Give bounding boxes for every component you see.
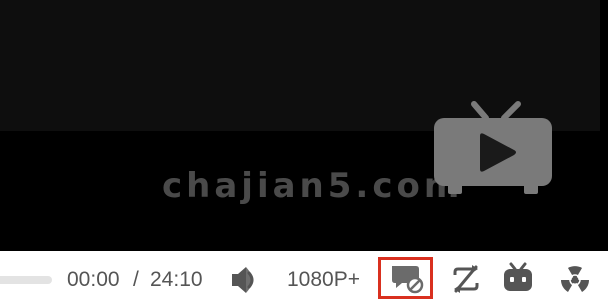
radiation-icon[interactable] [558,263,592,295]
video-display[interactable]: chajian5.com [0,0,608,251]
video-player: chajian5.com 00:00 / 24:10 1080P+ [0,0,608,304]
bilibili-tv-icon[interactable] [501,262,535,294]
watermark-text: chajian5.com [162,166,464,206]
time-separator: / [133,268,139,291]
volume-icon[interactable] [228,265,262,295]
duration: 24:10 [150,268,203,291]
quality-selector[interactable]: 1080P+ [287,268,360,292]
tv-play-icon [434,101,552,194]
danmaku-toggle-highlight [378,257,433,299]
progress-bar[interactable] [0,276,52,284]
current-time: 00:00 [67,268,120,291]
loop-off-icon[interactable] [449,264,483,294]
